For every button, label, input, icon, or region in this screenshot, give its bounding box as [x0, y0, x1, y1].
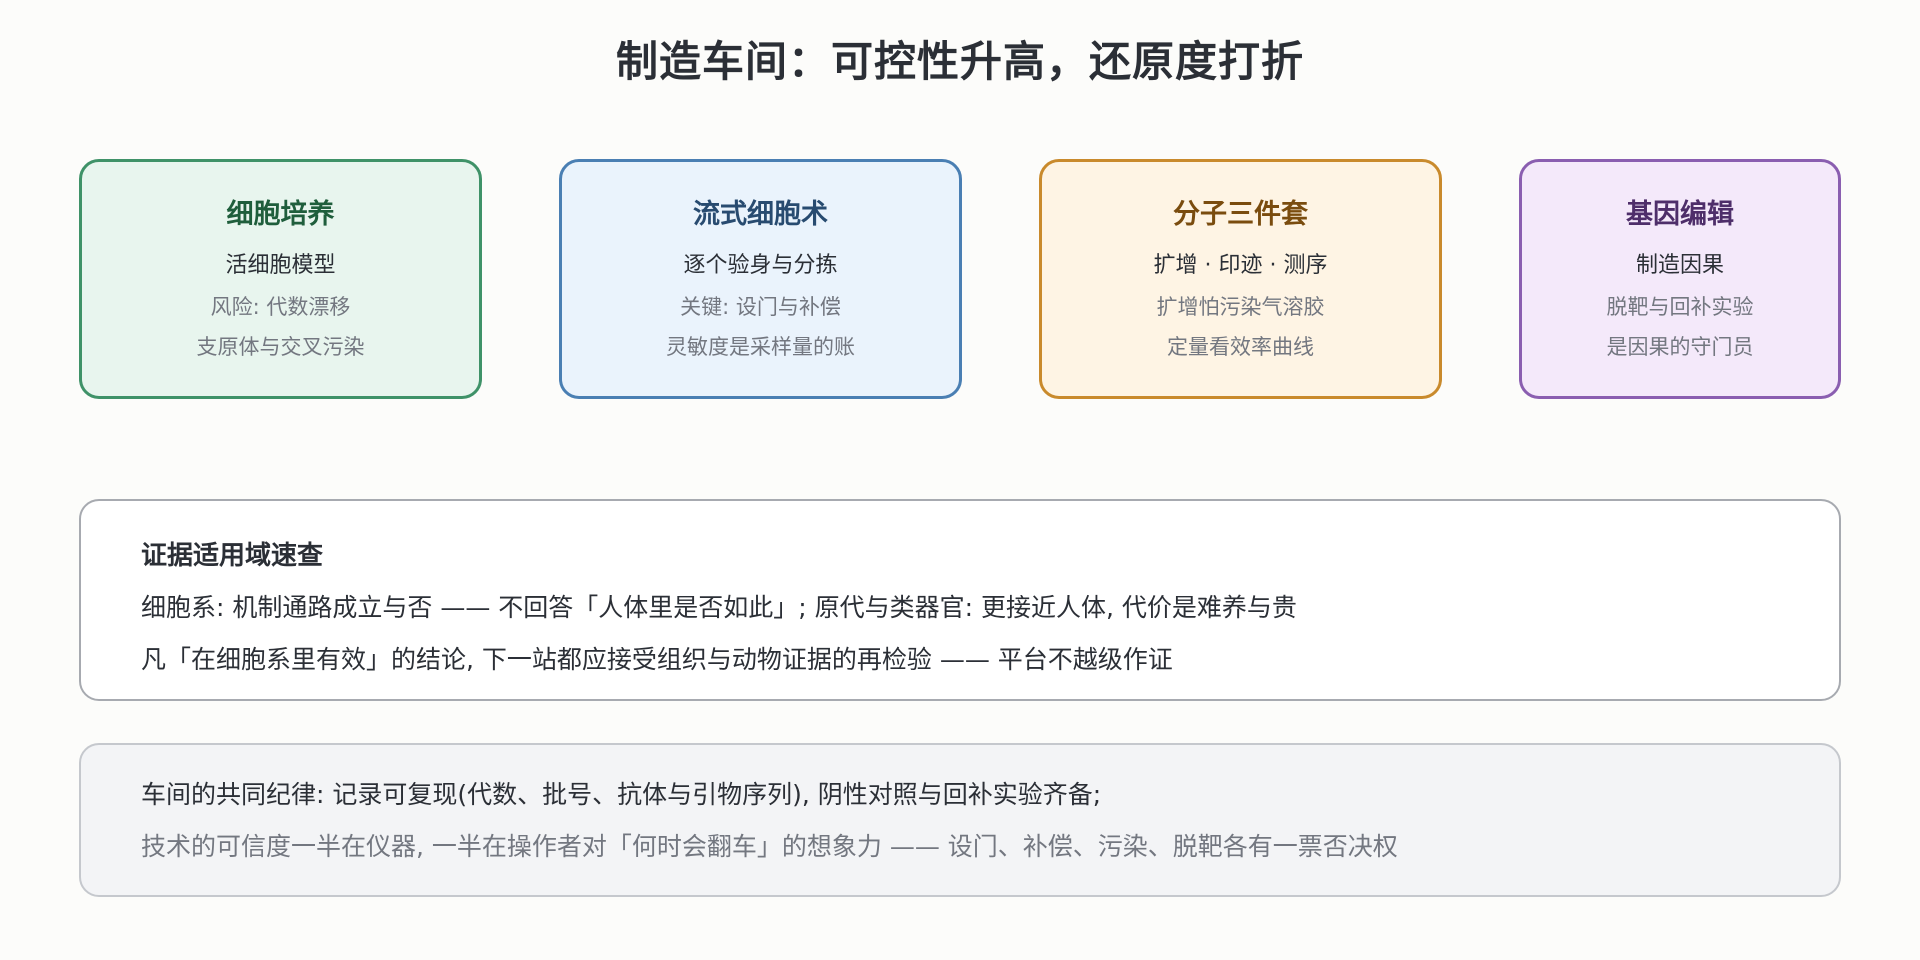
- evidence-line: 细胞系: 机制通路成立与否 —— 不回答「人体里是否如此」; 原代与类器官: 更…: [141, 593, 1297, 622]
- card-note: 脱靶与回补实验: [1606, 295, 1754, 319]
- card-subtitle: 逐个验身与分拣: [683, 253, 838, 278]
- evidence-scope-panel: 证据适用域速查 细胞系: 机制通路成立与否 —— 不回答「人体里是否如此」; 原…: [79, 499, 1841, 701]
- card-heading: 分子三件套: [1173, 199, 1308, 230]
- card-note: 扩增怕污染气溶胶: [1156, 295, 1325, 319]
- card-note: 定量看效率曲线: [1167, 335, 1314, 359]
- evidence-panel-title: 证据适用域速查: [141, 541, 324, 571]
- page-title: 制造车间：可控性升高，还原度打折: [615, 37, 1304, 86]
- card-note: 风险: 代数漂移: [210, 295, 351, 319]
- card-note: 是因果的守门员: [1606, 335, 1754, 359]
- evidence-line: 凡「在细胞系里有效」的结论, 下一站都应接受组织与动物证据的再检验 —— 平台不…: [141, 645, 1173, 674]
- card-subtitle: 扩增 · 印迹 · 测序: [1153, 253, 1328, 278]
- card-gene-editing: 基因编辑 制造因果 脱靶与回补实验 是因果的守门员: [1519, 159, 1841, 399]
- card-subtitle: 活细胞模型: [225, 253, 336, 278]
- card-note: 支原体与交叉污染: [196, 335, 365, 359]
- card-note: 关键: 设门与补偿: [680, 295, 841, 319]
- card-molecular-trio: 分子三件套 扩增 · 印迹 · 测序 扩增怕污染气溶胶 定量看效率曲线: [1039, 159, 1442, 399]
- discipline-panel: 车间的共同纪律: 记录可复现(代数、批号、抗体与引物序列), 阴性对照与回补实验…: [79, 743, 1841, 897]
- card-heading: 流式细胞术: [693, 199, 828, 230]
- card-note: 灵敏度是采样量的账: [666, 335, 855, 359]
- card-subtitle: 制造因果: [1635, 253, 1724, 278]
- discipline-line: 技术的可信度一半在仪器, 一半在操作者对「何时会翻车」的想象力 —— 设门、补偿…: [141, 832, 1398, 861]
- card-cell-culture: 细胞培养 活细胞模型 风险: 代数漂移 支原体与交叉污染: [79, 159, 482, 399]
- discipline-line: 车间的共同纪律: 记录可复现(代数、批号、抗体与引物序列), 阴性对照与回补实验…: [141, 780, 1102, 809]
- card-heading: 基因编辑: [1626, 199, 1734, 230]
- card-heading: 细胞培养: [226, 199, 335, 230]
- card-flow-cytometry: 流式细胞术 逐个验身与分拣 关键: 设门与补偿 灵敏度是采样量的账: [559, 159, 962, 399]
